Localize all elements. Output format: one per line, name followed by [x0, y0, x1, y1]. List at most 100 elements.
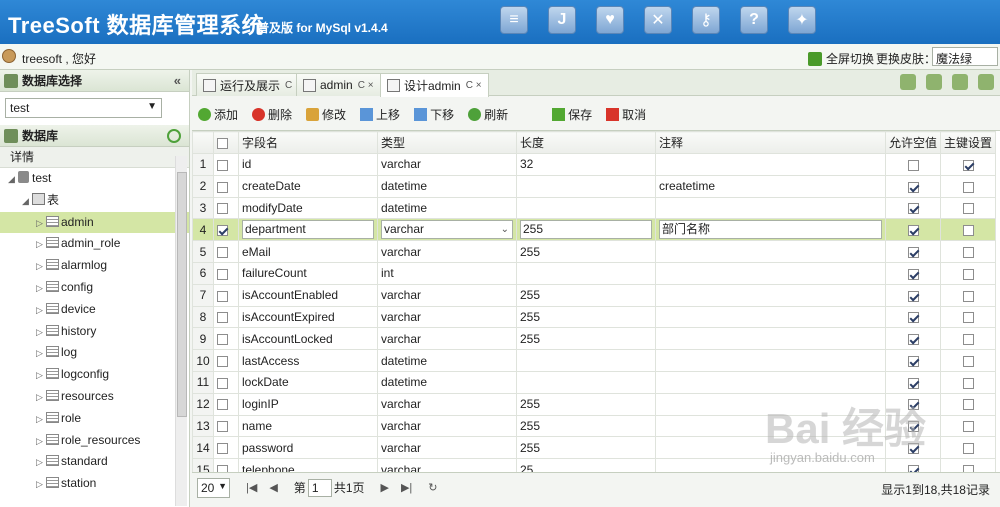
- pk-cell[interactable]: [940, 240, 997, 263]
- move-down-button[interactable]: 下移: [414, 106, 454, 123]
- col-comment[interactable]: 注释: [655, 131, 886, 154]
- row-select-cell[interactable]: [213, 240, 239, 263]
- row-select-cell[interactable]: [213, 349, 239, 372]
- pk-cell[interactable]: [940, 414, 997, 438]
- expand-icon[interactable]: ▷: [36, 409, 46, 431]
- table-row[interactable]: 1 id varchar 32: [192, 153, 997, 176]
- row-checkbox[interactable]: [217, 399, 228, 411]
- next-page-icon[interactable]: ▶: [381, 481, 389, 494]
- comment-cell[interactable]: [655, 305, 886, 329]
- row-select-cell[interactable]: [213, 458, 239, 472]
- length-cell[interactable]: 255: [516, 414, 656, 438]
- pk-cell[interactable]: [940, 218, 997, 242]
- type-select[interactable]: varchar ⌄: [381, 220, 513, 240]
- field-name-cell[interactable]: loginIP: [238, 392, 378, 416]
- db-select[interactable]: test ▼: [5, 98, 162, 118]
- type-cell[interactable]: varchar: [377, 436, 517, 460]
- nullable-checkbox[interactable]: [907, 464, 919, 472]
- row-checkbox[interactable]: [217, 334, 228, 346]
- pk-cell[interactable]: [940, 261, 997, 285]
- type-cell[interactable]: datetime: [377, 174, 517, 198]
- refresh-icon[interactable]: [952, 74, 968, 90]
- type-cell[interactable]: varchar: [377, 392, 517, 416]
- length-cell[interactable]: [516, 174, 656, 198]
- field-name-cell[interactable]: id: [238, 153, 378, 176]
- help-icon[interactable]: ?: [740, 6, 768, 34]
- nullable-cell[interactable]: [884, 196, 942, 220]
- length-cell[interactable]: 255: [516, 436, 656, 460]
- table-row[interactable]: 10 lastAccess datetime: [192, 349, 997, 372]
- comment-cell[interactable]: [655, 370, 886, 394]
- tools-icon[interactable]: ✕: [644, 6, 672, 34]
- left-scrollbar[interactable]: [175, 156, 187, 506]
- close-icon[interactable]: C ×: [466, 80, 482, 91]
- nullable-cell[interactable]: [884, 218, 942, 242]
- pk-checkbox[interactable]: [962, 377, 974, 389]
- nullable-checkbox[interactable]: [907, 334, 919, 346]
- pk-checkbox[interactable]: [962, 334, 974, 346]
- pk-checkbox[interactable]: [962, 464, 974, 472]
- table-row[interactable]: 9 isAccountLocked varchar 255: [192, 327, 997, 351]
- page-size-select[interactable]: 20 ▼: [197, 477, 230, 498]
- nullable-cell[interactable]: [884, 153, 942, 176]
- row-select-cell[interactable]: [213, 370, 239, 394]
- col-field-name[interactable]: 字段名: [238, 131, 378, 154]
- comment-cell[interactable]: [655, 327, 886, 351]
- tree-db-node[interactable]: ◢ test: [0, 168, 189, 190]
- row-checkbox[interactable]: [217, 159, 228, 171]
- pk-cell[interactable]: [940, 305, 997, 329]
- comment-cell[interactable]: [655, 349, 886, 372]
- length-cell[interactable]: 255: [516, 305, 656, 329]
- row-checkbox[interactable]: [217, 464, 228, 472]
- type-cell[interactable]: datetime: [377, 370, 517, 394]
- tree-table-config[interactable]: ▷ config: [0, 277, 189, 299]
- nullable-cell[interactable]: [884, 458, 942, 472]
- table-row[interactable]: 6 failureCount int: [192, 261, 997, 285]
- nullable-cell[interactable]: [884, 240, 942, 263]
- expand-icon[interactable]: ▷: [36, 474, 46, 496]
- reload-icon[interactable]: C: [285, 80, 292, 91]
- tree-table-standard[interactable]: ▷ standard: [0, 451, 189, 473]
- expand-icon[interactable]: ▷: [36, 387, 46, 409]
- col-length[interactable]: 长度: [516, 131, 656, 154]
- tab-run-display[interactable]: 运行及展示 C: [196, 73, 300, 96]
- field-name-cell[interactable]: department: [238, 218, 378, 242]
- pk-checkbox[interactable]: [962, 268, 974, 280]
- tree-table-device[interactable]: ▷ device: [0, 299, 189, 321]
- refresh-icon[interactable]: [167, 129, 181, 143]
- field-name-cell[interactable]: lockDate: [238, 370, 378, 394]
- nullable-cell[interactable]: [884, 283, 942, 307]
- type-cell[interactable]: varchar: [377, 153, 517, 176]
- field-name-cell[interactable]: isAccountExpired: [238, 305, 378, 329]
- row-select-cell[interactable]: [213, 327, 239, 351]
- type-cell[interactable]: int: [377, 261, 517, 285]
- runner-icon[interactable]: ✦: [788, 6, 816, 34]
- col-primary-key[interactable]: 主键设置: [940, 131, 997, 154]
- table-row[interactable]: 15 telephone varchar 25: [192, 458, 997, 472]
- prev-page-icon[interactable]: ◀: [269, 481, 277, 494]
- type-cell[interactable]: varchar: [377, 283, 517, 307]
- table-row[interactable]: 7 isAccountEnabled varchar 255: [192, 283, 997, 307]
- length-cell[interactable]: 25: [516, 458, 656, 472]
- skin-select[interactable]: 魔法绿: [932, 47, 998, 66]
- expand-icon[interactable]: ◢: [8, 169, 18, 191]
- delete-button[interactable]: 删除: [252, 106, 292, 123]
- field-name-cell[interactable]: eMail: [238, 240, 378, 263]
- pk-cell[interactable]: [940, 327, 997, 351]
- key-icon[interactable]: ⚷: [692, 6, 720, 34]
- length-cell[interactable]: 255: [516, 218, 656, 242]
- row-select-cell[interactable]: [213, 414, 239, 438]
- pk-cell[interactable]: [940, 436, 997, 460]
- tree-table-role_resources[interactable]: ▷ role_resources: [0, 430, 189, 452]
- comment-cell[interactable]: [655, 153, 886, 176]
- nullable-checkbox[interactable]: [907, 203, 919, 215]
- comment-cell[interactable]: [655, 283, 886, 307]
- field-name-cell[interactable]: isAccountLocked: [238, 327, 378, 351]
- heart-icon[interactable]: ♥: [596, 6, 624, 34]
- field-name-cell[interactable]: isAccountEnabled: [238, 283, 378, 307]
- expand-icon[interactable]: ◢: [22, 191, 32, 213]
- expand-icon[interactable]: ▷: [36, 234, 46, 256]
- pk-cell[interactable]: [940, 349, 997, 372]
- nullable-checkbox[interactable]: [907, 290, 919, 302]
- col-nullable[interactable]: 允许空值: [884, 131, 942, 154]
